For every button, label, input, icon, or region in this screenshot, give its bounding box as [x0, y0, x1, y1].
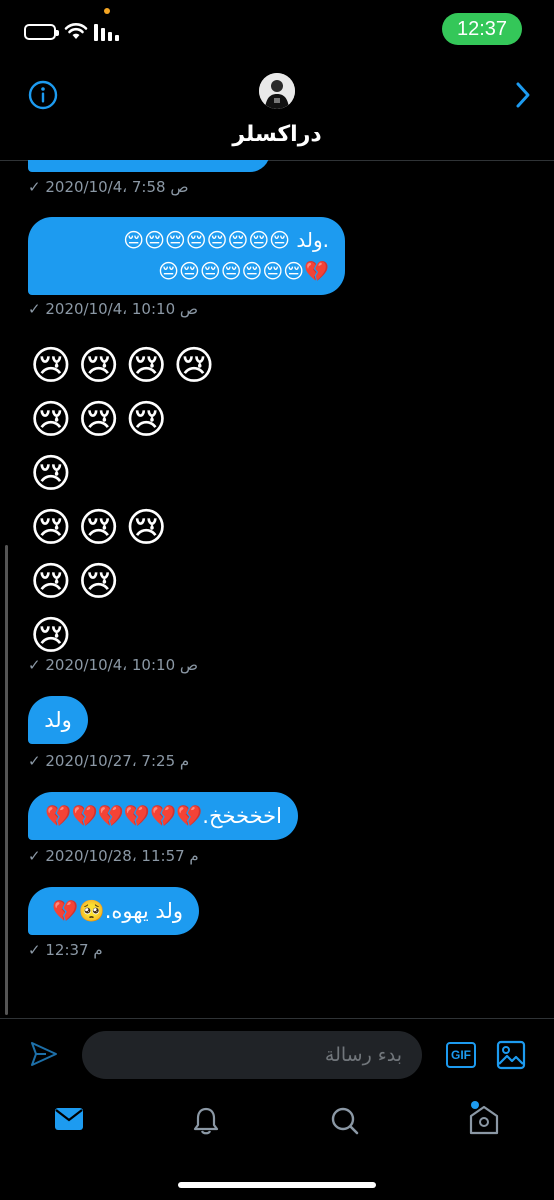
message-timestamp: ✓ 2020/10/27، 7:25 م — [28, 752, 190, 770]
message-text-line: .ولد 😔😔😔😔😔😔😔😔 — [123, 228, 329, 252]
emoji-row: 😢😢😢😢 — [30, 343, 221, 389]
status-time[interactable]: 12:37 — [442, 13, 522, 45]
home-icon[interactable] — [467, 1100, 501, 1136]
scrollbar[interactable] — [5, 545, 8, 1015]
image-icon[interactable] — [496, 1040, 526, 1070]
privacy-indicator-dot — [104, 8, 110, 14]
read-check-icon: ✓ — [28, 656, 41, 674]
signal-strength-icon — [94, 23, 119, 41]
status-bar: 12:37 — [0, 0, 554, 62]
info-circle-icon[interactable] — [28, 80, 58, 110]
gif-button[interactable]: GIF — [446, 1042, 476, 1068]
battery-icon — [24, 24, 59, 40]
read-check-icon: ✓ — [28, 178, 41, 196]
message-timestamp: ✓ 2020/10/4، 7:58 ص — [28, 178, 189, 196]
read-check-icon: ✓ — [28, 941, 41, 959]
message-timestamp: ✓ 12:37 م — [28, 941, 103, 959]
message-text: اخخخخخ.💔💔💔💔💔💔 — [45, 804, 282, 828]
message-bubble[interactable]: .ولد 😔😔😔😔😔😔😔😔 💔😔😔😔😔😔😔😔 — [28, 217, 345, 295]
message-bubble[interactable]: اخخخخخ.💔💔💔💔💔💔 — [28, 792, 298, 840]
message-bubble[interactable]: ولد يهوه.🥺💔 — [28, 887, 199, 935]
chevron-right-icon[interactable] — [514, 80, 532, 110]
emoji-row: 😢😢 — [30, 559, 126, 605]
message-composer: GIF — [0, 1018, 554, 1091]
emoji-row: 😢 — [30, 613, 78, 659]
bell-icon[interactable] — [191, 1106, 221, 1136]
emoji-row: 😢 — [30, 451, 78, 497]
message-text: ولد يهوه.🥺💔 — [52, 899, 183, 923]
wifi-icon — [64, 23, 88, 39]
message-bubble-partial — [28, 160, 270, 172]
message-timestamp: ✓ 2020/10/28، 11:57 م — [28, 847, 199, 865]
send-icon[interactable] — [30, 1041, 58, 1067]
message-bubble[interactable]: ولد — [28, 696, 88, 744]
message-timestamp: ✓ 2020/10/4، 10:10 ص — [28, 656, 199, 674]
avatar[interactable] — [259, 73, 295, 109]
conversation-title: دراكسلر — [232, 122, 322, 147]
message-input[interactable] — [82, 1031, 422, 1079]
emoji-row: 😢😢😢 — [30, 505, 174, 551]
message-text: ولد — [44, 708, 72, 732]
message-timestamp: ✓ 2020/10/4، 10:10 ص — [28, 300, 199, 318]
emoji-message[interactable]: 😢😢😢😢 😢😢😢 😢 😢😢😢 😢😢 😢 — [30, 339, 221, 663]
read-check-icon: ✓ — [28, 847, 41, 865]
message-list[interactable]: ✓ 2020/10/4، 7:58 ص .ولد 😔😔😔😔😔😔😔😔 💔😔😔😔😔😔… — [0, 160, 554, 1018]
mail-icon[interactable] — [54, 1106, 84, 1132]
read-check-icon: ✓ — [28, 300, 41, 318]
home-indicator[interactable] — [178, 1182, 376, 1188]
read-check-icon: ✓ — [28, 752, 41, 770]
message-text-line: 💔😔😔😔😔😔😔😔 — [158, 259, 329, 283]
emoji-row: 😢😢😢 — [30, 397, 174, 443]
conversation-header: دراكسلر — [0, 62, 554, 161]
search-icon[interactable] — [330, 1106, 360, 1136]
